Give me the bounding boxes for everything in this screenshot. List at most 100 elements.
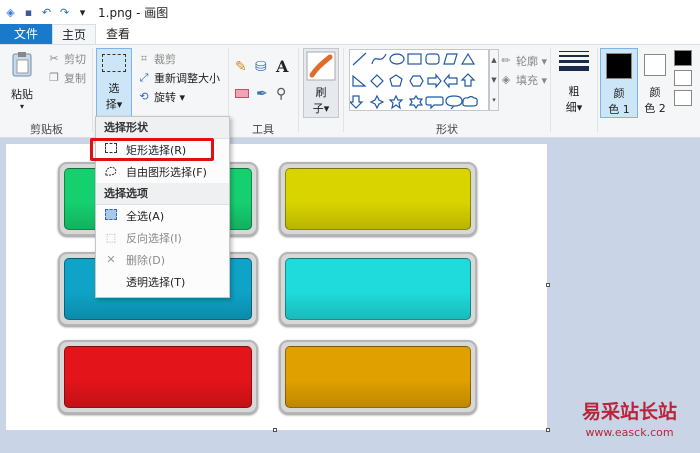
palette-color-white[interactable] — [674, 90, 692, 106]
four-point-star-shape-icon — [369, 94, 385, 110]
clipboard-group-label: 剪贴板 — [30, 123, 63, 136]
shapes-gallery[interactable] — [348, 49, 489, 111]
paste-button[interactable]: 粘贴 ▾ — [5, 51, 39, 111]
canvas-resize-handle-corner[interactable] — [546, 428, 550, 432]
brush-label-2: 子▾ — [312, 102, 330, 115]
separator — [343, 48, 344, 132]
select-label-2: 择▾ — [105, 98, 123, 111]
color1-button[interactable]: 颜 色 1 — [600, 48, 638, 118]
pencil-icon[interactable]: ✎ — [235, 59, 247, 75]
color2-swatch — [644, 54, 666, 76]
paste-dropdown-icon[interactable]: ▾ — [5, 102, 39, 111]
orange-button-shape — [279, 340, 477, 414]
select-rect-icon — [102, 54, 126, 72]
rounded-rectangle-shape-icon — [425, 53, 440, 65]
resize-button[interactable]: ⤢ 重新调整大小 — [137, 70, 220, 86]
redo-icon[interactable]: ↷ — [57, 5, 72, 19]
color-picker-icon[interactable]: ✒ — [256, 86, 268, 102]
palette-color-black[interactable] — [674, 50, 692, 66]
invert-selection-icon: ⬚ — [105, 231, 117, 244]
canvas-resize-handle-right[interactable] — [546, 283, 550, 287]
color1-label-2: 色 1 — [608, 103, 630, 116]
hexagon-shape-icon — [409, 75, 424, 87]
tab-file[interactable]: 文件 — [0, 24, 52, 44]
highlight-box — [90, 138, 214, 161]
size-label-2: 细▾ — [565, 101, 583, 114]
eraser-icon[interactable] — [235, 89, 249, 98]
magnifier-icon[interactable]: ⚲ — [276, 86, 286, 102]
save-icon[interactable]: ▪ — [21, 5, 36, 19]
menu-item-free-form-selection[interactable]: 自由图形选择(F) — [96, 161, 229, 183]
separator — [92, 48, 93, 132]
copy-icon: ❐ — [49, 71, 59, 84]
color-fill — [285, 168, 471, 230]
size-label-1: 粗 — [568, 85, 580, 98]
transparent-selection-label: 透明选择(T) — [126, 276, 186, 289]
color2-button[interactable]: 颜 色 2 — [640, 48, 670, 118]
crop-label: 裁剪 — [154, 53, 176, 66]
menu-item-select-all[interactable]: 全选(A) — [96, 205, 229, 227]
paint-app-icon[interactable]: ◈ — [3, 5, 18, 19]
watermark-url: www.easck.com — [585, 426, 674, 439]
left-arrow-shape-icon — [443, 73, 458, 89]
fill-button[interactable]: ◈ 填充 ▾ — [499, 72, 547, 88]
up-arrow-shape-icon — [460, 73, 476, 87]
canvas-resize-handle-bottom[interactable] — [273, 428, 277, 432]
cloud-callout-shape-icon — [462, 95, 478, 107]
menu-item-invert-selection[interactable]: ⬚ 反向选择(I) — [96, 227, 229, 249]
menu-section-selection-shapes: 选择形状 — [96, 117, 229, 139]
resize-label: 重新调整大小 — [154, 72, 220, 85]
crop-button[interactable]: ⌗ 裁剪 — [137, 51, 176, 67]
color-fill — [64, 346, 252, 408]
rotate-icon: ⟲ — [139, 90, 149, 103]
outline-button[interactable]: ✏ 轮廓 ▾ — [499, 53, 547, 69]
tab-home[interactable]: 主页 — [52, 24, 96, 44]
color2-label-2: 色 2 — [644, 102, 666, 115]
size-button[interactable]: 粗 细▾ — [554, 48, 594, 118]
undo-icon[interactable]: ↶ — [39, 5, 54, 19]
line-shape-icon — [352, 52, 367, 66]
fill-label: 填充 ▾ — [516, 74, 548, 87]
cyan-button-shape — [279, 252, 477, 326]
resize-icon: ⤢ — [139, 71, 149, 84]
copy-label: 复制 — [64, 72, 86, 85]
triangle-shape-icon — [460, 52, 476, 65]
oval-shape-icon — [389, 53, 405, 65]
select-all-label: 全选(A) — [126, 210, 165, 223]
tools-group-label: 工具 — [252, 123, 274, 136]
delete-icon: ✕ — [106, 253, 116, 266]
down-arrow-shape-icon — [348, 95, 364, 109]
tab-view[interactable]: 查看 — [96, 24, 140, 44]
transparent-selection-icon — [102, 275, 120, 289]
fill-bucket-icon[interactable]: ⛁ — [255, 59, 267, 75]
outline-icon: ✏ — [501, 54, 511, 67]
menu-item-delete[interactable]: ✕ 删除(D) — [96, 249, 229, 271]
scissors-icon: ✂ — [49, 52, 59, 65]
window-title: 1.png - 画图 — [98, 5, 169, 20]
shapes-gallery-scroll[interactable]: ▲ ▼ ▾ — [489, 49, 499, 111]
brushes-button[interactable]: 刷 子▾ — [303, 48, 339, 118]
red-button-shape — [58, 340, 258, 414]
select-all-icon — [102, 209, 120, 223]
cut-button[interactable]: ✂ 剪切 — [47, 51, 86, 67]
delete-label: 删除(D) — [126, 254, 166, 267]
select-label-1: 选 — [108, 82, 120, 95]
text-icon[interactable]: A — [276, 57, 288, 76]
rotate-label: 旋转 ▾ — [154, 91, 186, 104]
image-canvas[interactable] — [6, 144, 547, 430]
select-button[interactable]: 选 择▾ — [96, 48, 132, 118]
color2-label-1: 颜 — [649, 86, 661, 99]
fill-icon: ◈ — [501, 73, 511, 86]
brush-icon — [306, 51, 336, 81]
color-palette[interactable] — [674, 50, 700, 112]
rotate-button[interactable]: ⟲ 旋转 ▾ — [137, 89, 185, 105]
menu-item-transparent-selection[interactable]: 透明选择(T) — [96, 271, 229, 293]
separator — [298, 48, 299, 132]
palette-color-white[interactable] — [674, 70, 692, 86]
paste-label: 粘贴 — [11, 88, 33, 101]
title-bar: ◈ ▪ ↶ ↷ ▾ 1.png - 画图 — [0, 0, 700, 24]
quick-access-dropdown-icon[interactable]: ▾ — [75, 5, 90, 19]
right-arrow-shape-icon — [427, 73, 442, 89]
copy-button[interactable]: ❐ 复制 — [47, 70, 86, 86]
shapes-gallery-icons — [348, 52, 478, 110]
